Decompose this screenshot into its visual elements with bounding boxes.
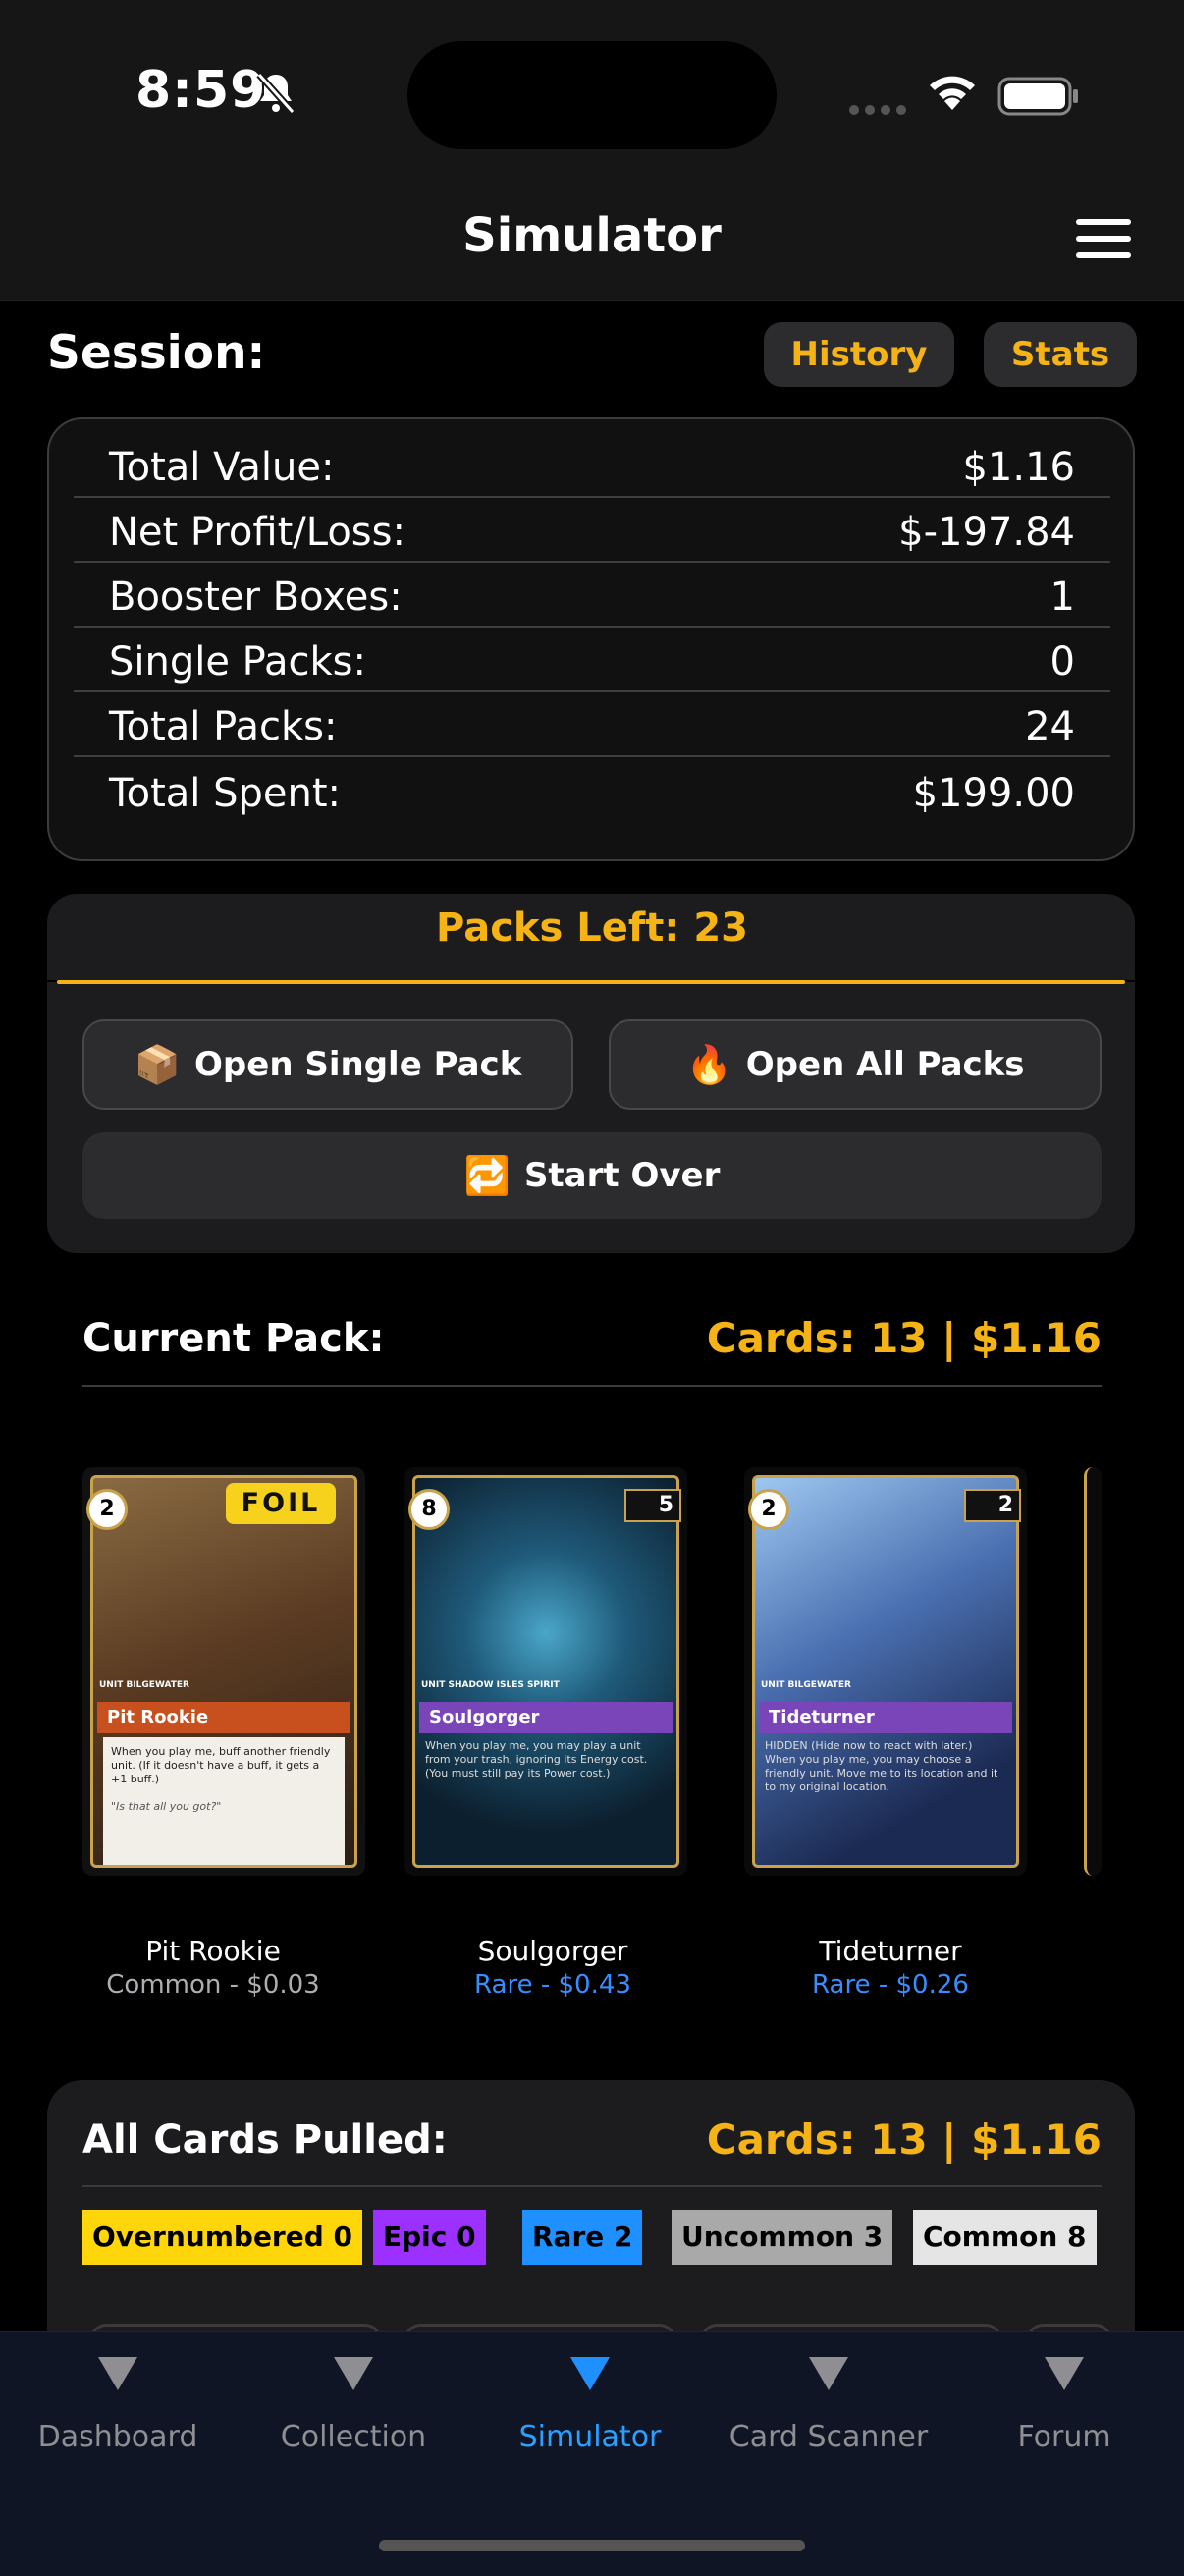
card-tags: UNIT BILGEWATER xyxy=(761,1680,851,1690)
stat-row-booster-boxes: Booster Boxes: 1 xyxy=(74,563,1110,628)
tab-dashboard[interactable]: Dashboard xyxy=(0,2357,236,2454)
session-stats-panel: Total Value: $1.16 Net Profit/Loss: $-197.… xyxy=(47,417,1135,861)
start-over-button[interactable]: 🔁 Start Over xyxy=(82,1132,1102,1219)
card-tags: UNIT SHADOW ISLES SPIRIT xyxy=(421,1680,560,1690)
tab-forum[interactable]: Forum xyxy=(946,2357,1182,2454)
rarity-badge-rare[interactable]: Rare 2 xyxy=(522,2210,643,2265)
fire-icon: 🔥 xyxy=(685,1042,732,1086)
open-single-pack-button[interactable]: 📦 Open Single Pack xyxy=(82,1019,573,1110)
tab-label: Card Scanner xyxy=(728,2420,929,2454)
stat-label: Booster Boxes: xyxy=(109,575,403,620)
card-name-band: Soulgorger xyxy=(419,1702,673,1733)
triangle-down-icon xyxy=(570,2357,610,2390)
all-cards-summary: Cards: 13 | $1.16 xyxy=(706,2115,1102,2164)
stat-value: $199.00 xyxy=(912,771,1075,816)
card-power: 2 xyxy=(964,1489,1021,1522)
current-pack-label: Current Pack: xyxy=(82,1316,385,1361)
tab-label: Dashboard xyxy=(37,2420,198,2454)
packs-left-label: Packs Left: 23 xyxy=(435,905,748,951)
card-pit-rookie[interactable]: Pit Rookie When you play me, buff anothe… xyxy=(82,1467,365,1876)
package-icon: 📦 xyxy=(134,1042,182,1086)
triangle-down-icon xyxy=(809,2357,848,2390)
card-cost: 2 xyxy=(748,1489,789,1530)
battery-icon xyxy=(997,77,1080,120)
start-over-label: Start Over xyxy=(523,1156,721,1195)
current-pack-summary: Cards: 13 | $1.16 xyxy=(706,1314,1102,1362)
rarity-badge-overnumbered[interactable]: Overnumbered 0 xyxy=(82,2210,363,2265)
stat-value: $1.16 xyxy=(962,445,1075,490)
card-cost: 2 xyxy=(86,1489,128,1530)
stat-label: Net Profit/Loss: xyxy=(109,510,405,555)
divider xyxy=(82,2185,1102,2187)
stats-button[interactable]: Stats xyxy=(984,322,1137,387)
card-cost: 8 xyxy=(408,1489,450,1530)
history-button[interactable]: History xyxy=(764,322,954,387)
dynamic-island xyxy=(407,41,777,149)
stat-label: Total Spent: xyxy=(109,771,342,816)
stat-row-single-packs: Single Packs: 0 xyxy=(74,628,1110,692)
home-indicator xyxy=(379,2540,805,2551)
foil-badge: FOIL xyxy=(226,1483,336,1524)
card-rules-text: When you play me, buff another friendly … xyxy=(111,1745,331,1785)
page-title: Simulator xyxy=(462,208,722,263)
triangle-down-icon xyxy=(1045,2357,1084,2390)
card-name: Tideturner xyxy=(819,1935,962,1967)
stat-row-net-profit: Net Profit/Loss: $-197.84 xyxy=(74,498,1110,563)
triangle-down-icon xyxy=(98,2357,137,2390)
tab-card-scanner[interactable]: Card Scanner xyxy=(711,2357,946,2454)
tab-label: Simulator xyxy=(518,2420,662,2454)
session-label: Session: xyxy=(47,326,266,380)
card-art: Tideturner HIDDEN (Hide now to react wit… xyxy=(752,1475,1019,1868)
bell-muted-icon xyxy=(253,71,298,120)
stat-label: Total Packs: xyxy=(109,704,338,749)
open-all-packs-label: Open All Packs xyxy=(745,1045,1025,1084)
tab-label: Forum xyxy=(1017,2420,1111,2454)
wifi-icon xyxy=(925,71,980,118)
stat-value: 1 xyxy=(1049,575,1075,620)
stat-label: Total Value: xyxy=(109,445,335,490)
card-art: Pit Rookie When you play me, buff anothe… xyxy=(90,1475,357,1868)
tab-label: Collection xyxy=(280,2420,427,2454)
card-next-peek[interactable] xyxy=(1084,1467,1102,1876)
triangle-down-icon xyxy=(334,2357,373,2390)
card-power: 5 xyxy=(624,1489,681,1522)
card-name: Soulgorger xyxy=(477,1935,628,1967)
tab-collection[interactable]: Collection xyxy=(236,2357,471,2454)
tab-simulator[interactable]: Simulator xyxy=(472,2357,708,2454)
stat-row-total-packs: Total Packs: 24 xyxy=(74,692,1110,757)
open-single-pack-label: Open Single Pack xyxy=(194,1045,522,1084)
stat-row-total-value: Total Value: $1.16 xyxy=(74,433,1110,498)
card-soulgorger[interactable]: Soulgorger When you play me, you may pla… xyxy=(404,1467,687,1876)
card-rules-text: When you play me, you may play a unit fr… xyxy=(425,1739,648,1780)
card-tags: UNIT BILGEWATER xyxy=(99,1680,189,1690)
stat-label: Single Packs: xyxy=(109,639,366,685)
hamburger-menu-icon[interactable] xyxy=(1076,219,1131,258)
rarity-badge-epic[interactable]: Epic 0 xyxy=(373,2210,486,2265)
card-name: Pit Rookie xyxy=(145,1935,281,1967)
cellular-signal-icon xyxy=(848,102,909,121)
card-rarity-price: Rare - $0.43 xyxy=(474,1970,631,2000)
card-text-box: When you play me, buff another friendly … xyxy=(103,1737,345,1865)
card-name-band: Tideturner xyxy=(759,1702,1012,1733)
status-time: 8:59 xyxy=(135,61,267,120)
stat-row-total-spent: Total Spent: $199.00 xyxy=(74,759,1110,824)
repeat-icon: 🔁 xyxy=(463,1153,511,1197)
card-rules-text: HIDDEN (Hide now to react with later.) W… xyxy=(765,1739,998,1793)
divider xyxy=(82,1385,1102,1387)
packs-progress-line xyxy=(57,980,1125,984)
card-art: Soulgorger When you play me, you may pla… xyxy=(412,1475,679,1868)
card-rarity-price: Common - $0.03 xyxy=(106,1970,320,2000)
stat-value: 0 xyxy=(1049,639,1075,685)
stat-value: $-197.84 xyxy=(898,510,1075,555)
card-flavor-text: "Is that all you got?" xyxy=(111,1800,222,1813)
card-name-band: Pit Rookie xyxy=(97,1702,350,1733)
card-rarity-price: Rare - $0.26 xyxy=(812,1970,969,2000)
card-tideturner[interactable]: Tideturner HIDDEN (Hide now to react wit… xyxy=(744,1467,1027,1876)
rarity-badge-common[interactable]: Common 8 xyxy=(913,2210,1097,2265)
all-cards-label: All Cards Pulled: xyxy=(82,2117,448,2163)
rarity-badge-uncommon[interactable]: Uncommon 3 xyxy=(672,2210,893,2265)
open-all-packs-button[interactable]: 🔥 Open All Packs xyxy=(609,1019,1102,1110)
stat-value: 24 xyxy=(1025,704,1075,749)
